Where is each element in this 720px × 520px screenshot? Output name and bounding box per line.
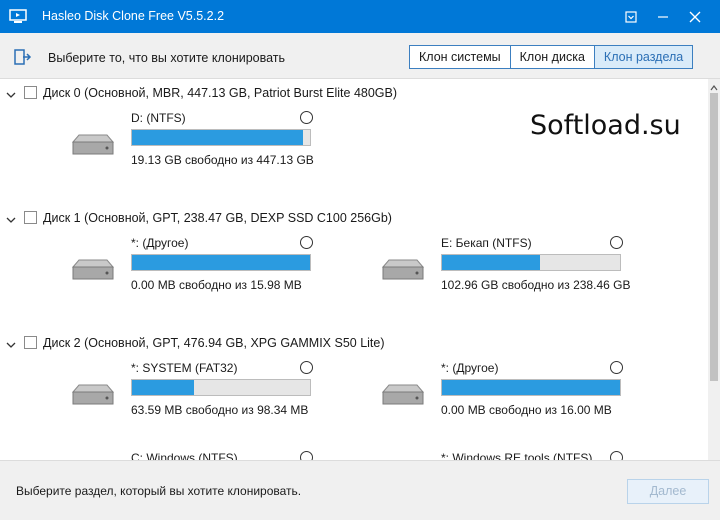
drive-icon <box>71 384 115 406</box>
system-clone-button[interactable]: Клон системы <box>410 46 511 68</box>
disk-list: Softload.su Диск 0 (Основной, MBR, 447.1… <box>0 79 720 460</box>
partition-radio[interactable] <box>300 361 313 374</box>
usage-fill <box>442 380 620 395</box>
partition-free-space: 63.59 MB свободно из 98.34 MB <box>131 403 309 417</box>
usage-fill <box>442 255 540 270</box>
partition-name: D: (NTFS) <box>131 111 186 125</box>
app-icon <box>9 9 27 24</box>
partition-item[interactable]: E: Бекап (NTFS) 102.96 GB свободно из 23… <box>381 236 681 296</box>
chevron-down-icon[interactable] <box>6 213 16 223</box>
footer: Выберите раздел, который вы хотите клони… <box>0 460 720 520</box>
disk-header-1: Диск 1 (Основной, GPT, 238.47 GB, DEXP S… <box>0 208 700 228</box>
toolbar-prompt: Выберите то, что вы хотите клонировать <box>48 51 286 65</box>
minimize-button[interactable] <box>648 0 678 33</box>
partition-radio[interactable] <box>610 361 623 374</box>
partition-name: *: SYSTEM (FAT32) <box>131 361 238 375</box>
partition-free-space: 0.00 MB свободно из 16.00 MB <box>441 403 612 417</box>
menu-icon <box>625 10 637 23</box>
partition-item[interactable]: *: (Другое) 0.00 MB свободно из 16.00 MB <box>381 361 681 421</box>
chevron-down-icon[interactable] <box>6 88 16 98</box>
usage-fill <box>132 380 195 395</box>
partition-free-space: 0.00 MB свободно из 15.98 MB <box>131 278 302 292</box>
usage-bar <box>441 379 621 396</box>
drive-icon <box>381 384 425 406</box>
disk-checkbox[interactable] <box>24 86 37 99</box>
drive-icon <box>71 134 115 156</box>
partition-radio[interactable] <box>610 451 623 460</box>
menu-button[interactable] <box>616 0 646 33</box>
partition-name: *: Windows RE tools (NTFS) <box>441 451 593 460</box>
drive-icon <box>71 259 115 281</box>
partition-radio[interactable] <box>300 236 313 249</box>
minimize-icon <box>658 15 668 18</box>
usage-fill <box>132 255 310 270</box>
partition-name: E: Бекап (NTFS) <box>441 236 532 250</box>
clone-icon <box>14 49 32 65</box>
close-button[interactable] <box>680 0 710 33</box>
partition-item[interactable]: *: (Другое) 0.00 MB свободно из 15.98 MB <box>71 236 371 296</box>
status-text: Выберите раздел, который вы хотите клони… <box>16 484 302 498</box>
disk-checkbox[interactable] <box>24 211 37 224</box>
usage-bar <box>131 379 311 396</box>
next-button[interactable]: Далее <box>627 479 709 504</box>
scroll-up-icon[interactable] <box>710 81 718 91</box>
partition-radio[interactable] <box>300 111 313 124</box>
chevron-down-icon[interactable] <box>6 338 16 348</box>
title-bar: Hasleo Disk Clone Free V5.5.2.2 <box>0 0 720 33</box>
partition-name: C: Windows (NTFS) <box>131 451 238 460</box>
partition-radio[interactable] <box>300 451 313 460</box>
close-icon <box>689 11 701 22</box>
window-title: Hasleo Disk Clone Free V5.5.2.2 <box>42 9 225 23</box>
partition-item[interactable]: *: SYSTEM (FAT32) 63.59 MB свободно из 9… <box>71 361 371 421</box>
disk-label: Диск 0 (Основной, MBR, 447.13 GB, Patrio… <box>43 86 398 100</box>
disk-checkbox[interactable] <box>24 336 37 349</box>
partition-free-space: 19.13 GB свободно из 447.13 GB <box>131 153 314 167</box>
partition-clone-button[interactable]: Клон раздела <box>594 46 693 68</box>
partition-item[interactable]: *: Windows RE tools (NTFS) <box>381 451 681 460</box>
partition-item[interactable]: C: Windows (NTFS) <box>71 451 371 460</box>
scrollbar-thumb[interactable] <box>710 93 718 381</box>
partition-radio[interactable] <box>610 236 623 249</box>
partition-name: *: (Другое) <box>131 236 189 250</box>
usage-fill <box>132 130 303 145</box>
disk-header-0: Диск 0 (Основной, MBR, 447.13 GB, Patrio… <box>0 83 700 103</box>
usage-bar <box>441 254 621 271</box>
toolbar: Выберите то, что вы хотите клонировать К… <box>0 33 720 79</box>
disk-header-2: Диск 2 (Основной, GPT, 476.94 GB, XPG GA… <box>0 333 700 353</box>
disk-label: Диск 1 (Основной, GPT, 238.47 GB, DEXP S… <box>43 211 392 225</box>
partition-free-space: 102.96 GB свободно из 238.46 GB <box>441 278 631 292</box>
clone-mode-selector: Клон системы Клон диска Клон раздела <box>409 45 694 69</box>
disk-clone-button[interactable]: Клон диска <box>510 46 595 68</box>
disk-label: Диск 2 (Основной, GPT, 476.94 GB, XPG GA… <box>43 336 385 350</box>
drive-icon <box>381 259 425 281</box>
vertical-scrollbar[interactable] <box>708 79 720 460</box>
usage-bar <box>131 254 311 271</box>
watermark-text: Softload.su <box>530 110 681 141</box>
partition-item[interactable]: D: (NTFS) 19.13 GB свободно из 447.13 GB <box>71 111 371 171</box>
partition-name: *: (Другое) <box>441 361 499 375</box>
usage-bar <box>131 129 311 146</box>
